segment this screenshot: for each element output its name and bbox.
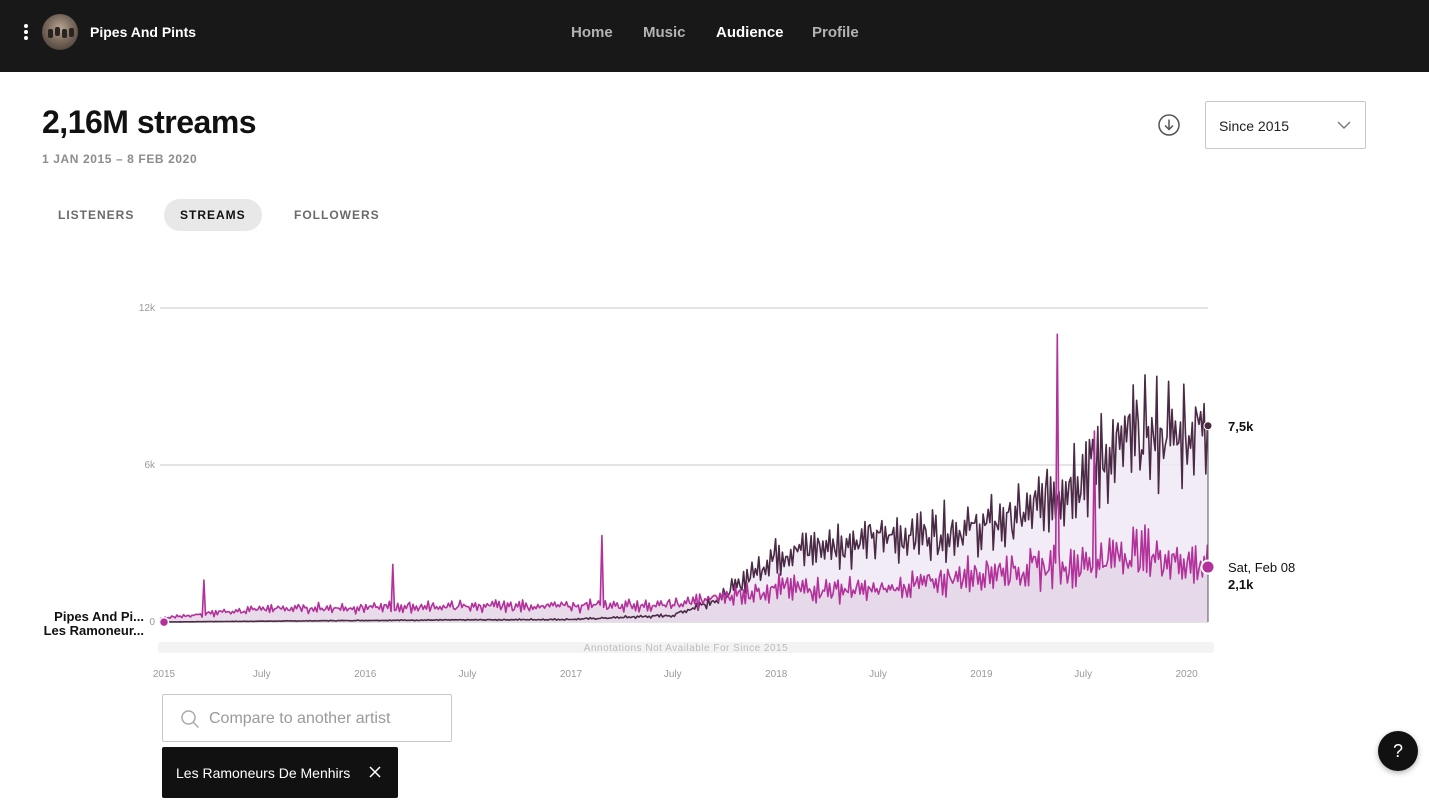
x-tick-label: 2020 [1176, 669, 1199, 680]
compared-artist-chip: Les Ramoneurs De Menhirs [162, 747, 398, 798]
x-tick-label: July [459, 669, 477, 680]
tab-followers[interactable]: FOLLOWERS [278, 199, 396, 231]
date-range-select-value: Since 2015 [1219, 118, 1290, 134]
series-name-label: Pipes And Pi... [54, 609, 144, 624]
y-tick-label: 0 [149, 617, 155, 628]
series-name-label: Les Ramoneur... [44, 623, 144, 638]
x-tick-label: July [869, 669, 887, 680]
tab-streams[interactable]: STREAMS [164, 199, 262, 231]
x-tick-label: 2018 [765, 669, 788, 680]
series-end-marker [1203, 421, 1213, 431]
nav-audience[interactable]: Audience [716, 24, 784, 41]
x-tick-label: July [253, 669, 271, 680]
nav-profile[interactable]: Profile [812, 24, 859, 41]
main-nav: Home Music Audience Profile [0, 24, 1429, 44]
x-tick-label: 2015 [153, 669, 176, 680]
top-bar: Pipes And Pints Home Music Audience Prof… [0, 0, 1429, 72]
date-range-label: 1 JAN 2015 – 8 FEB 2020 [42, 152, 198, 166]
compare-artist-input[interactable] [209, 707, 439, 731]
streams-total-heading: 2,16M streams [42, 104, 257, 140]
date-range-select[interactable]: Since 2015 [1205, 101, 1366, 149]
compared-artist-name: Les Ramoneurs De Menhirs [176, 765, 351, 781]
annotation-note: Annotations Not Available For Since 2015 [584, 643, 788, 654]
y-tick-label: 12k [139, 303, 156, 314]
nav-music[interactable]: Music [643, 24, 686, 41]
y-tick-label: 6k [144, 460, 156, 471]
nav-home[interactable]: Home [571, 24, 613, 41]
x-tick-label: 2017 [560, 669, 583, 680]
tooltip-date: Sat, Feb 08 [1228, 560, 1295, 575]
close-icon[interactable] [368, 765, 382, 779]
streams-line-chart: 0 6k 12k 2015 July 2016 July 2017 July 2018 July 20… [44, 303, 1296, 680]
x-tick-label: 2019 [970, 669, 993, 680]
compare-artist-search[interactable] [162, 694, 452, 742]
chevron-down-icon [1337, 121, 1351, 129]
tab-listeners[interactable]: LISTENERS [42, 199, 150, 231]
x-tick-label: 2016 [354, 669, 377, 680]
download-icon[interactable] [1157, 113, 1181, 137]
series-end-marker [1200, 559, 1216, 575]
x-tick-label: July [1074, 669, 1092, 680]
series-end-label: 2,1k [1228, 577, 1254, 592]
help-button[interactable]: ? [1378, 731, 1418, 771]
series-start-marker [158, 616, 170, 628]
search-icon [181, 710, 200, 729]
x-tick-label: July [664, 669, 682, 680]
series-end-label: 7,5k [1228, 419, 1254, 434]
